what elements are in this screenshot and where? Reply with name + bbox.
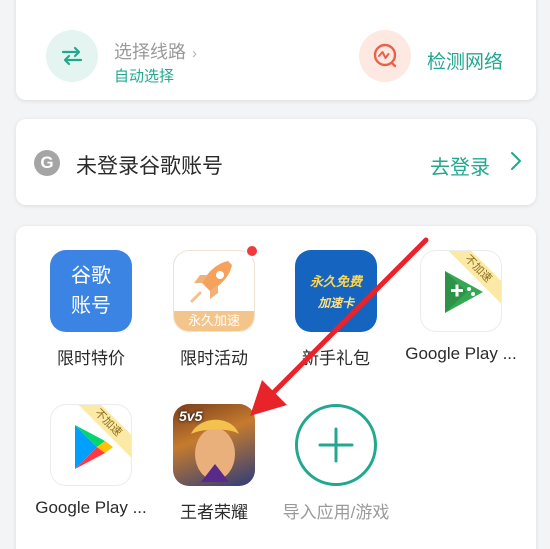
chevron-right-icon: › [192, 45, 197, 62]
app-label: 新手礼包 [302, 349, 370, 368]
app-tile-newbie-gift[interactable]: 永久免费 加速卡 新手礼包 [271, 250, 401, 369]
app-icon-text-bottom: 加速卡 [317, 296, 354, 310]
google-play-games-icon: 不加速 [420, 250, 502, 332]
app-icon-text-top: 谷歌 [71, 265, 111, 287]
chevron-right-icon [510, 150, 522, 177]
route-subtitle: 自动选择 [114, 68, 175, 85]
app-icon-strip: 永久加速 [174, 311, 254, 331]
google-g-icon: G [34, 150, 60, 176]
game-5v5-badge: 5v5 [179, 408, 203, 424]
app-tile-google-play[interactable]: 不加速 Google Play ... [26, 404, 156, 518]
free-accelerate-card-icon: 永久免费 加速卡 [295, 250, 377, 332]
honor-of-kings-game-icon: 5v5 [173, 404, 255, 486]
app-icon-text-top: 永久免费 [309, 274, 362, 289]
rocket-app-icon: 永久加速 [173, 250, 255, 332]
app-icon-text-bottom: 账号 [71, 295, 111, 317]
route-switch-icon[interactable] [46, 30, 98, 82]
google-login-status: 未登录谷歌账号 [76, 155, 223, 178]
app-label: 限时活动 [180, 349, 248, 368]
network-detect-icon[interactable] [359, 30, 411, 82]
google-account-card[interactable]: G 未登录谷歌账号 去登录 [16, 119, 536, 205]
plus-icon [318, 427, 354, 463]
route-card: 选择线路 › 自动选择 检测网络 [16, 0, 536, 100]
app-label: 限时特价 [57, 349, 125, 368]
new-badge-dot [245, 244, 259, 258]
app-tile-import-app[interactable]: 导入应用/游戏 [271, 404, 401, 523]
app-tile-google-play-games[interactable]: 不加速 Google Play ... [396, 250, 526, 364]
app-grid-card: 谷歌 账号 限时特价 永久加速 限时活动 永久免费 加速卡 新手礼包 不加速 G… [16, 226, 536, 549]
add-app-button[interactable] [295, 404, 377, 486]
app-tile-limited-price[interactable]: 谷歌 账号 限时特价 [26, 250, 156, 369]
google-account-app-icon: 谷歌 账号 [50, 250, 132, 332]
app-label: Google Play ... [35, 498, 147, 517]
detect-network-button[interactable]: 检测网络 [427, 47, 503, 74]
app-label: Google Play ... [405, 344, 517, 363]
go-login-button[interactable]: 去登录 [430, 151, 490, 180]
route-select-button[interactable]: 选择线路 › [114, 38, 197, 64]
route-title-text: 选择线路 [114, 42, 186, 62]
app-label: 导入应用/游戏 [282, 503, 390, 522]
app-label: 王者荣耀 [180, 503, 248, 522]
app-tile-honor-of-kings[interactable]: 5v5 王者荣耀 [149, 404, 279, 523]
google-play-store-icon: 不加速 [50, 404, 132, 486]
app-tile-limited-activity[interactable]: 永久加速 限时活动 [149, 244, 279, 369]
